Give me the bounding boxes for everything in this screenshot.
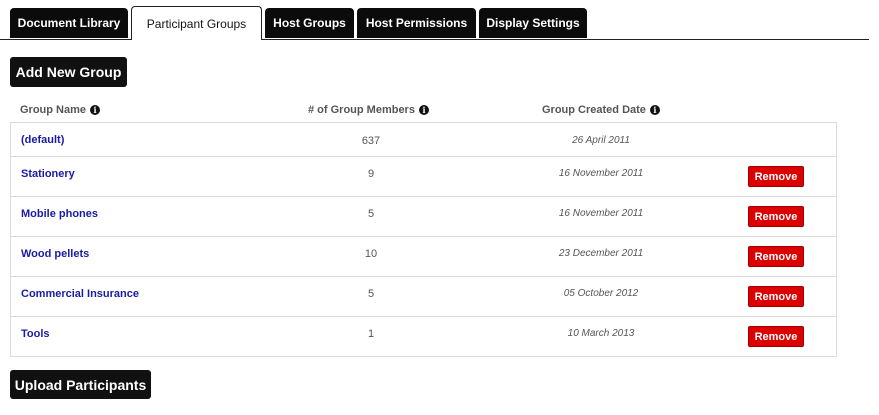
group-member-count: 1: [367, 328, 375, 340]
column-header-label: # of Group Members: [308, 104, 415, 116]
group-name-link[interactable]: Tools: [21, 327, 50, 341]
group-member-count: 9: [367, 168, 375, 180]
remove-button[interactable]: Remove: [748, 166, 804, 187]
column-header-group-name: Group Name i: [20, 104, 101, 116]
group-name-link[interactable]: Stationery: [21, 167, 75, 181]
info-icon[interactable]: i: [90, 105, 101, 115]
add-new-group-button[interactable]: Add New Group: [10, 57, 127, 87]
group-created-date: 16 November 2011: [558, 208, 644, 219]
info-icon[interactable]: i: [418, 105, 429, 115]
groups-table: (default) 637 26 April 2011 Stationery 9…: [10, 122, 837, 357]
upload-participants-button[interactable]: Upload Participants: [10, 370, 151, 399]
group-member-count: 10: [364, 248, 378, 260]
group-created-date: 23 December 2011: [558, 248, 644, 259]
column-header-created-date: Group Created Date i: [542, 104, 660, 116]
remove-button[interactable]: Remove: [748, 326, 804, 347]
group-created-date: 10 March 2013: [567, 328, 635, 339]
group-created-date: 26 April 2011: [572, 135, 630, 146]
tab-bar: Document Library Participant Groups Host…: [0, 0, 869, 40]
remove-button[interactable]: Remove: [748, 246, 804, 267]
table-row: Mobile phones 5 16 November 2011 Remove: [11, 196, 836, 236]
column-header-label: Group Created Date: [542, 104, 646, 116]
tab-host-groups[interactable]: Host Groups: [265, 8, 354, 38]
tab-participant-groups[interactable]: Participant Groups: [131, 6, 262, 40]
column-header-members: # of Group Members i: [308, 104, 429, 116]
table-row: Wood pellets 10 23 December 2011 Remove: [11, 236, 836, 276]
table-row: (default) 637 26 April 2011: [11, 123, 836, 156]
group-member-count: 5: [367, 288, 375, 300]
group-created-date: 16 November 2011: [558, 168, 644, 179]
table-row: Tools 1 10 March 2013 Remove: [11, 316, 836, 356]
table-row: Stationery 9 16 November 2011 Remove: [11, 156, 836, 196]
group-name-link[interactable]: Commercial Insurance: [21, 287, 139, 301]
table-row: Commercial Insurance 5 05 October 2012 R…: [11, 276, 836, 316]
group-name-link[interactable]: (default): [21, 133, 64, 147]
column-header-label: Group Name: [20, 104, 87, 116]
group-member-count: 5: [367, 208, 375, 220]
group-created-date: 05 October 2012: [563, 288, 639, 299]
remove-button[interactable]: Remove: [748, 206, 804, 227]
group-name-link[interactable]: Mobile phones: [21, 207, 98, 221]
tab-host-permissions[interactable]: Host Permissions: [357, 8, 476, 38]
remove-button[interactable]: Remove: [748, 286, 804, 307]
group-member-count: 637: [361, 135, 381, 147]
info-icon[interactable]: i: [649, 105, 660, 115]
group-name-link[interactable]: Wood pellets: [21, 247, 89, 261]
tab-document-library[interactable]: Document Library: [10, 8, 128, 38]
tab-display-settings[interactable]: Display Settings: [479, 8, 587, 38]
